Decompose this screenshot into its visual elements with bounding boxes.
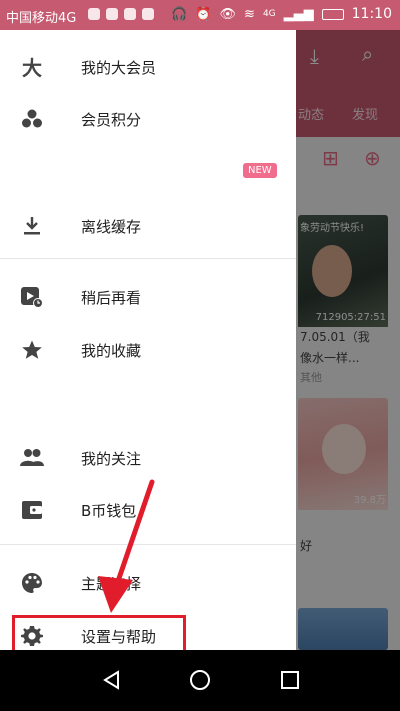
system-nav-bar bbox=[0, 650, 400, 711]
home-icon[interactable] bbox=[188, 668, 212, 692]
recent-apps-icon[interactable] bbox=[278, 668, 302, 692]
red-arrow-annotation bbox=[98, 479, 155, 613]
back-icon[interactable] bbox=[100, 668, 124, 692]
